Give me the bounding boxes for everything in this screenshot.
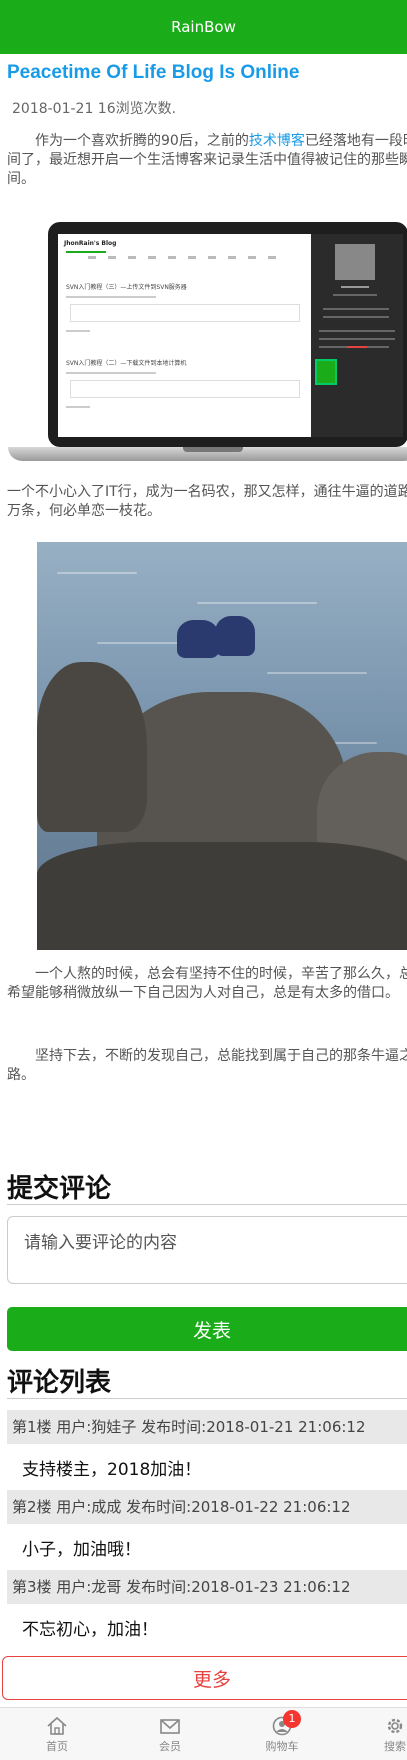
comment-header: 第3楼 用户:龙哥 发布时间:2018-01-23 21:06:12 [7,1570,407,1604]
screen-post-title-1: SVN入门教程（三）—上传文件到SVN服务器 [66,284,187,291]
shoe-left [177,620,219,658]
app-title: RainBow [171,18,236,36]
comment-body: 支持楼主，2018加油！ [22,1460,202,1480]
shoe-right [215,616,255,656]
laptop-screenshot-image: JhonRain's Blog SVN入门教程（三）—上传文件到SVN服务器 S… [8,222,407,470]
gear-icon [384,1716,406,1736]
laptop-screen: JhonRain's Blog SVN入门教程（三）—上传文件到SVN服务器 S… [58,234,403,437]
article-meta: 2018-01-21 16浏览次数. [12,101,177,117]
comment-list-heading: 评论列表 [7,1368,112,1398]
tab-home[interactable]: 首页 [17,1708,97,1760]
app-header: RainBow [0,0,407,54]
bottom-tab-bar: 首页 会员 1 购物车 搜索 [0,1707,407,1760]
article-paragraph-1: 作为一个喜欢折腾的90后，之前的技术博客已经落地有一段时间了，最近想开启一个生活… [7,133,407,187]
mail-icon [159,1716,181,1736]
home-icon [46,1716,68,1736]
comment-header: 第1楼 用户:狗娃子 发布时间:2018-01-21 21:06:12 [7,1410,407,1444]
shoes-on-rock-photo [37,542,407,950]
more-comments-button[interactable]: 更多 [2,1656,407,1700]
tab-cart[interactable]: 1 购物车 [242,1708,322,1760]
screen-qr-code [315,359,337,385]
submit-comment-button[interactable]: 发表 [7,1307,407,1351]
article-title: Peacetime Of Life Blog Is Online [7,62,300,83]
screen-post-title-2: SVN入门教程（二）—下载文件到本地计算机 [66,360,187,367]
comment-input[interactable] [7,1216,407,1284]
comment-body: 小子，加油哦！ [22,1540,141,1560]
article-paragraph-2: 一个不小心入了IT行，成为一名码农，那又怎样，通往牛逼的道路千万条，何必单恋一枝… [7,484,407,519]
tab-member[interactable]: 会员 [130,1708,210,1760]
cart-badge: 1 [283,1709,301,1728]
submit-comment-heading: 提交评论 [7,1174,112,1204]
cart-icon: 1 [271,1709,301,1736]
comment-body: 不忘初心，加油！ [22,1620,158,1640]
screen-blog-name: JhonRain's Blog [64,240,117,247]
article-paragraph-3: 一个人熬的时候，总会有坚持不住的时候，辛苦了那么久，总是希望能够稍微放纵一下自己… [7,966,407,1001]
screen-avatar [335,244,375,280]
article-paragraph-4: 坚持下去，不断的发现自己，总能找到属于自己的那条牛逼之路。 [7,1048,407,1083]
tech-blog-link[interactable]: 技术博客 [249,133,305,149]
comment-header: 第2楼 用户:成成 发布时间:2018-01-22 21:06:12 [7,1490,407,1524]
tab-search[interactable]: 搜索 [355,1708,407,1760]
